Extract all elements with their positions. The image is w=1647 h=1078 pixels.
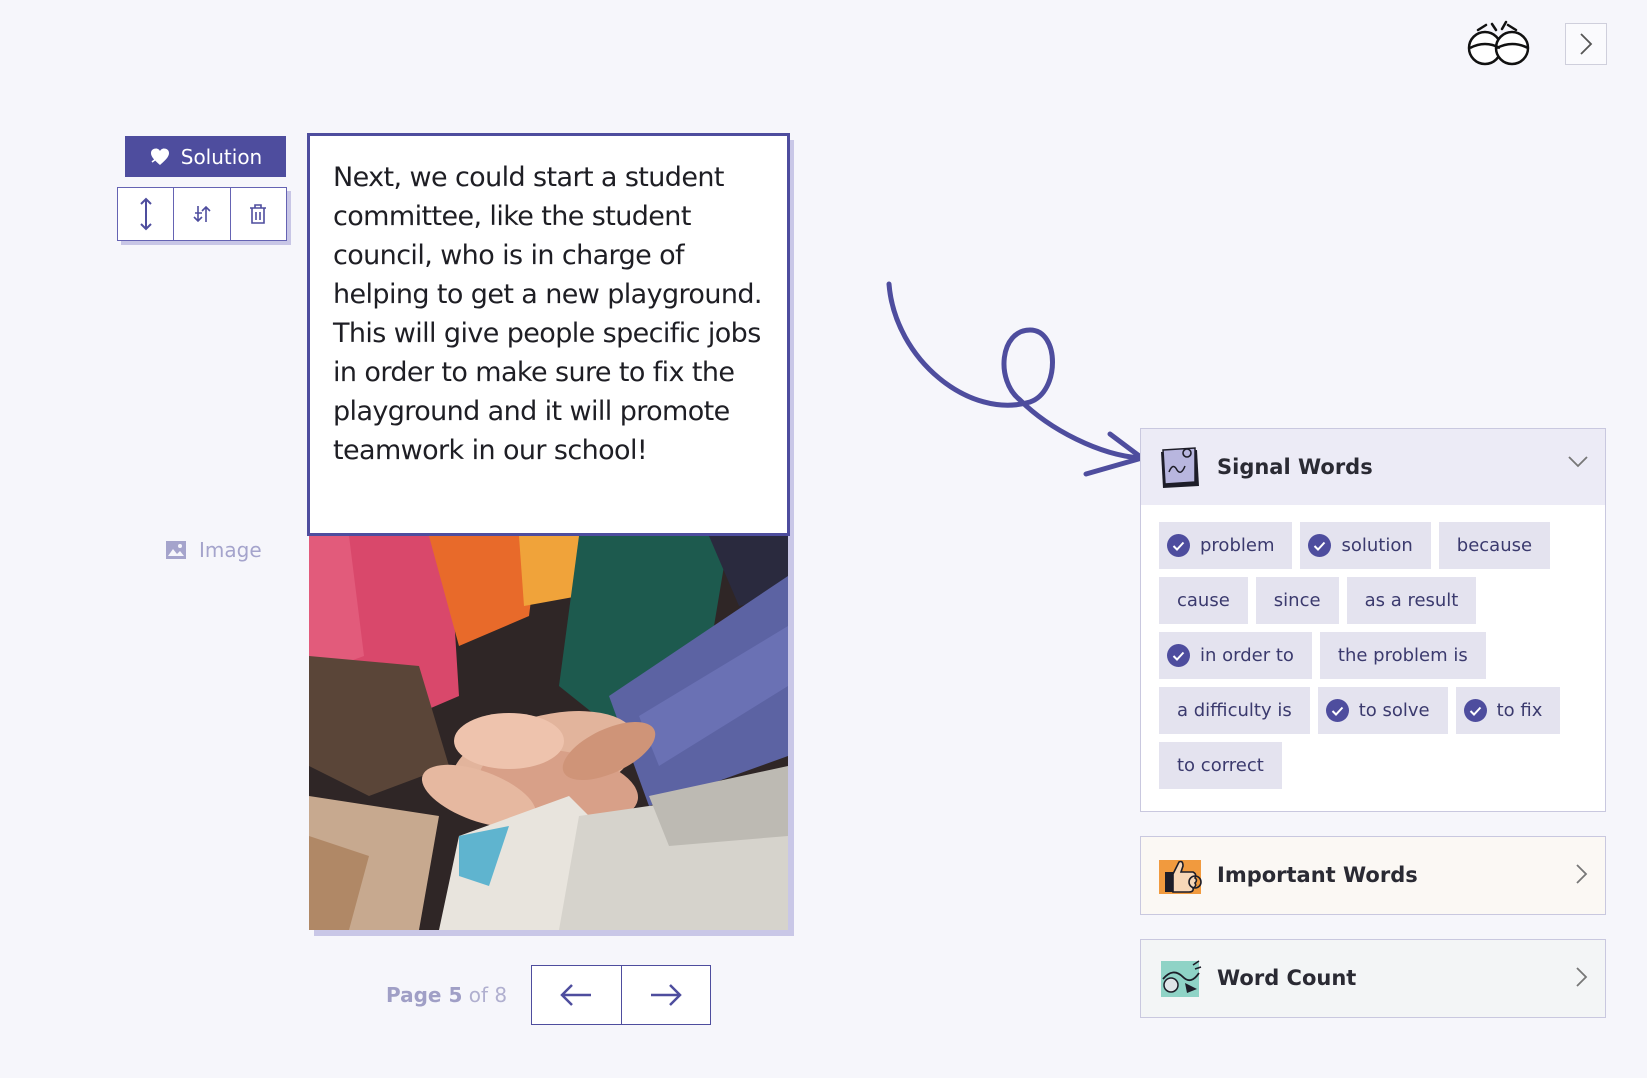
- signal-word-chip[interactable]: in order to: [1159, 632, 1312, 679]
- signal-word-chip[interactable]: to fix: [1455, 687, 1561, 734]
- solution-tag[interactable]: Solution: [125, 136, 286, 177]
- signal-word-chip[interactable]: a difficulty is: [1159, 687, 1310, 734]
- signal-word-label: since: [1273, 590, 1321, 611]
- signal-word-label: a difficulty is: [1177, 700, 1292, 721]
- check-icon: [1308, 534, 1332, 557]
- signal-word-label: in order to: [1200, 645, 1294, 666]
- trash-icon: [250, 204, 267, 224]
- word-count-header[interactable]: Word Count: [1141, 940, 1605, 1016]
- heart-icon: [150, 148, 169, 165]
- important-words-title: Important Words: [1217, 863, 1418, 887]
- signal-word-chip[interactable]: to solve: [1317, 687, 1448, 734]
- important-words-panel[interactable]: Important Words: [1140, 836, 1606, 915]
- of-word: of: [468, 983, 489, 1007]
- signal-word-chip[interactable]: solution: [1300, 522, 1431, 569]
- pointer-swirl-arrow: [886, 281, 1145, 477]
- eyes-mascot-icon: [1467, 20, 1530, 66]
- word-count-icon: [1161, 960, 1202, 997]
- chevron-down-icon[interactable]: [1567, 455, 1589, 469]
- arrow-left-icon: [560, 984, 592, 1006]
- swap-button[interactable]: [174, 188, 231, 240]
- signal-word-chip[interactable]: to correct: [1159, 742, 1282, 789]
- signal-word-label: to correct: [1177, 755, 1264, 776]
- signal-word-label: solution: [1341, 535, 1413, 556]
- signal-word-chip[interactable]: because: [1438, 522, 1551, 569]
- signal-word-label: to solve: [1358, 700, 1430, 721]
- signal-word-label: cause: [1177, 590, 1230, 611]
- delete-button[interactable]: [231, 188, 286, 240]
- signal-word-label: to fix: [1496, 700, 1543, 721]
- signal-words-panel: Signal Words problem solution because cause…: [1140, 428, 1606, 812]
- signal-word-chip[interactable]: problem: [1159, 522, 1293, 569]
- word-count-panel[interactable]: Word Count: [1140, 939, 1606, 1018]
- page-text-block[interactable]: Next, we could start a student committee…: [307, 133, 790, 536]
- signal-word-label: as a result: [1364, 590, 1459, 611]
- resize-vertical-icon: [139, 197, 152, 231]
- sticky-note-icon: [1161, 447, 1199, 488]
- important-words-header[interactable]: Important Words: [1141, 837, 1605, 913]
- page-word: Page: [386, 983, 442, 1007]
- signal-words-header[interactable]: Signal Words: [1141, 429, 1605, 505]
- block-toolbar: [117, 187, 287, 241]
- signal-word-label: problem: [1200, 535, 1275, 556]
- signal-word-chip[interactable]: cause: [1159, 577, 1248, 624]
- thumbs-up-icon: [1159, 860, 1202, 894]
- page-photo[interactable]: [309, 536, 788, 930]
- current-page: 5: [448, 983, 463, 1007]
- signal-word-label: the problem is: [1337, 645, 1468, 666]
- hands-together-photo: [309, 536, 788, 930]
- arrow-right-icon: [650, 984, 682, 1006]
- image-label-text: Image: [199, 538, 262, 562]
- image-icon: [166, 541, 186, 559]
- signal-words-list: problem solution because cause since as a res…: [1141, 505, 1605, 789]
- signal-word-label: because: [1456, 535, 1533, 556]
- check-icon: [1167, 534, 1190, 557]
- check-icon: [1167, 644, 1190, 667]
- resize-button[interactable]: [118, 188, 175, 240]
- signal-word-chip[interactable]: as a result: [1346, 577, 1477, 624]
- pager-controls: [531, 965, 711, 1025]
- signal-word-chip[interactable]: since: [1255, 577, 1339, 624]
- check-icon: [1463, 699, 1487, 722]
- word-count-title: Word Count: [1217, 966, 1357, 990]
- total-pages: 8: [494, 983, 508, 1007]
- signal-words-title: Signal Words: [1217, 455, 1373, 479]
- chevron-right-icon: [1576, 967, 1588, 987]
- check-icon: [1325, 699, 1349, 722]
- chevron-right-icon: [1580, 33, 1593, 55]
- signal-word-chip[interactable]: the problem is: [1319, 632, 1486, 679]
- image-block-label[interactable]: Image: [165, 538, 262, 562]
- next-page-button[interactable]: [622, 966, 711, 1024]
- previous-page-button[interactable]: [532, 966, 622, 1024]
- collapse-panel-button[interactable]: [1565, 23, 1607, 65]
- solution-tag-label: Solution: [180, 144, 263, 169]
- swap-icon: [193, 205, 211, 223]
- page-indicator: Page 5 of 8: [386, 983, 507, 1007]
- chevron-right-icon: [1576, 864, 1588, 884]
